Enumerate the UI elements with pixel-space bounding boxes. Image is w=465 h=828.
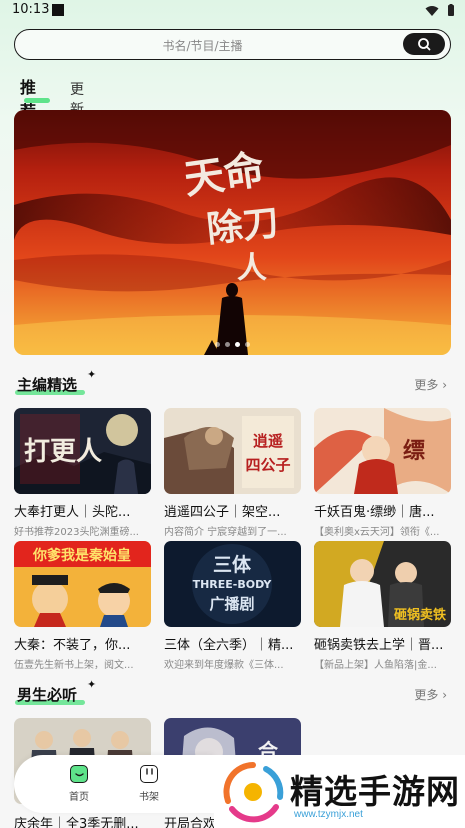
home-icon: [70, 765, 88, 783]
search-input[interactable]: 书名/节目/主播: [15, 37, 390, 54]
banner-dot[interactable]: [225, 342, 230, 347]
svg-text:四公子: 四公子: [245, 456, 290, 474]
book-title[interactable]: 三体（全六季）｜精...: [164, 634, 301, 653]
book-cover[interactable]: 逍遥 四公子: [164, 408, 301, 494]
peek-title[interactable]: 开局合欢: [164, 813, 216, 828]
more-button[interactable]: 更多 ›: [414, 686, 447, 703]
book-desc: 【新品上架】人鱼陷落|金...: [314, 660, 437, 671]
more-button[interactable]: 更多 ›: [414, 376, 447, 393]
banner-dot[interactable]: [215, 342, 220, 347]
status-icons: [425, 4, 455, 17]
status-bar: 10:13: [0, 0, 465, 22]
book-desc: 内容简介 宁宸穿越到了一...: [164, 527, 287, 538]
banner-dot-active[interactable]: [235, 342, 240, 347]
sparkle-icon: ✦: [87, 678, 97, 691]
svg-text:逍遥: 逍遥: [253, 432, 283, 450]
wifi-icon: [425, 5, 439, 16]
book-desc: 好书推荐2023头陀渊重磅...: [14, 527, 139, 538]
cover-sub: THREE-BODY: [193, 578, 273, 591]
book-title[interactable]: 千妖百鬼·缥缈｜唐...: [314, 501, 451, 520]
watermark-logo: [223, 762, 284, 823]
section-editor-picks-header: 主编精选 ✦ 更多 ›: [14, 368, 451, 400]
book-title[interactable]: 大奉打更人｜头陀...: [14, 501, 151, 520]
svg-text:除刀: 除刀: [205, 201, 281, 250]
nav-bookshelf-label: 书架: [139, 792, 159, 803]
book-title[interactable]: 砸锅卖铁去上学｜晋...: [314, 634, 451, 653]
watermark-text: 精选手游网: [290, 772, 460, 811]
cover-text: 砸锅卖铁: [393, 607, 446, 623]
book-title[interactable]: 逍遥四公子｜架空...: [164, 501, 301, 520]
banner-artwork: 天命 除刀 人: [14, 110, 451, 355]
banner-pagination[interactable]: [14, 342, 451, 347]
battery-icon: [448, 4, 454, 16]
book-cover[interactable]: 砸锅卖铁: [314, 541, 451, 627]
cover-text: 三体: [213, 553, 252, 576]
book-card[interactable]: 砸锅卖铁 砸锅卖铁去上学｜晋... 【新品上架】人鱼陷落|金...: [314, 541, 451, 671]
section-title: 主编精选: [14, 376, 86, 395]
svg-text:人: 人: [237, 251, 267, 286]
book-cover[interactable]: 你爹我是秦始皇: [14, 541, 151, 627]
search-icon: [418, 38, 431, 51]
cover-sub2: 广播剧: [209, 595, 254, 613]
nav-home[interactable]: 首页: [54, 765, 104, 803]
book-card[interactable]: 三体 THREE-BODY 广播剧 三体（全六季）｜精... 欢迎来到年度爆款《…: [164, 541, 301, 671]
book-title[interactable]: 大秦：不装了，你...: [14, 634, 151, 653]
watermark-url: www.tzymjx.net: [294, 809, 363, 820]
book-cover[interactable]: 打更人: [14, 408, 151, 494]
notification-icon: [52, 4, 64, 16]
cover-text: 你爹我是秦始皇: [32, 547, 131, 564]
book-card[interactable]: 逍遥 四公子 逍遥四公子｜架空... 内容简介 宁宸穿越到了一...: [164, 408, 301, 538]
section-male-picks-header: 男生必听 ✦ 更多 ›: [14, 678, 451, 710]
book-card[interactable]: 你爹我是秦始皇 大秦：不装了，你... 伍壹先生新书上架，阅文...: [14, 541, 151, 671]
banner-dot[interactable]: [245, 342, 250, 347]
svg-text:缥: 缥: [403, 438, 425, 464]
cover-text: 打更人: [24, 437, 102, 467]
status-time: 10:13: [12, 2, 50, 17]
peek-title[interactable]: 庆余年｜全3季无删...: [14, 813, 139, 828]
section-title: 男生必听: [14, 686, 86, 705]
book-card[interactable]: 缥 千妖百鬼·缥缈｜唐... 【奥利奥x云天河】领衔《...: [314, 408, 451, 538]
site-watermark: 精选手游网 www.tzymjx.net: [214, 755, 465, 828]
bookshelf-icon: [140, 765, 158, 783]
nav-home-label: 首页: [69, 792, 89, 803]
book-desc: 【奥利奥x云天河】领衔《...: [314, 527, 440, 538]
book-desc: 伍壹先生新书上架，阅文...: [14, 660, 134, 671]
search-bar[interactable]: 书名/节目/主播: [14, 29, 451, 60]
bottom-nav: 首页 书架: [14, 755, 214, 813]
search-button[interactable]: [403, 33, 445, 55]
book-desc: 欢迎来到年度爆款《三体...: [164, 660, 284, 671]
sparkle-icon: ✦: [87, 368, 97, 381]
hero-banner[interactable]: 天命 除刀 人: [14, 110, 451, 355]
book-card[interactable]: 打更人 大奉打更人｜头陀... 好书推荐2023头陀渊重磅...: [14, 408, 151, 538]
nav-bookshelf[interactable]: 书架: [124, 765, 174, 803]
book-cover[interactable]: 缥: [314, 408, 451, 494]
book-cover[interactable]: 三体 THREE-BODY 广播剧: [164, 541, 301, 627]
